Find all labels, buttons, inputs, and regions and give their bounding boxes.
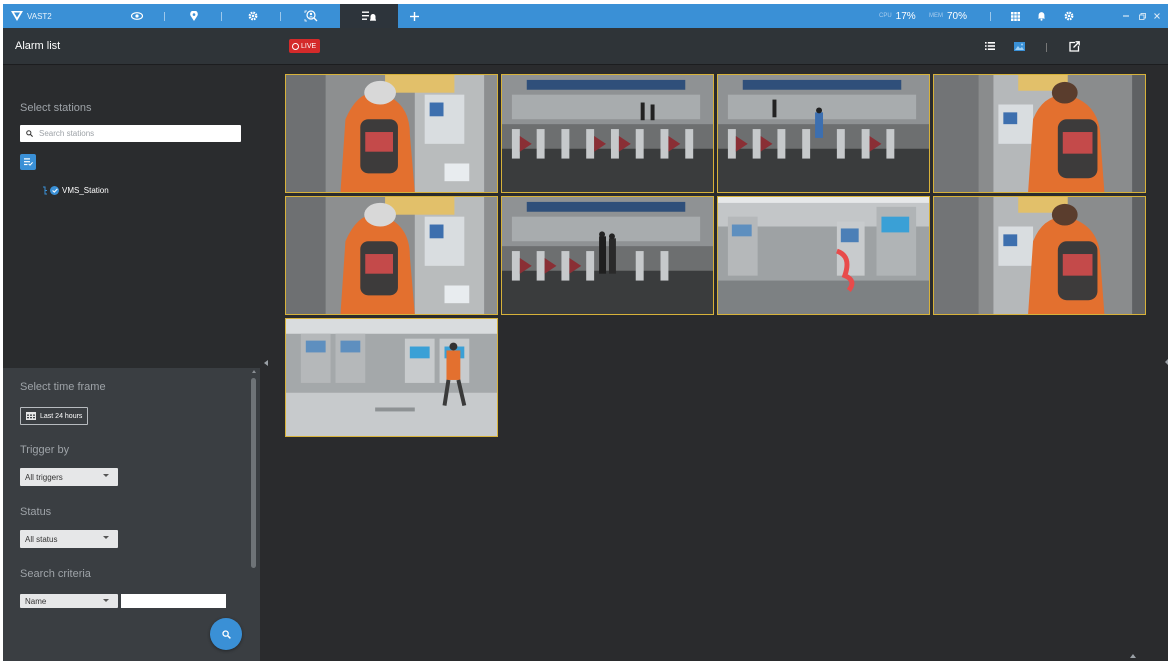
- record-icon: [292, 42, 299, 50]
- search-stations-input[interactable]: [39, 129, 219, 138]
- alarm-snapshot-thumbnail[interactable]: [717, 196, 930, 315]
- trigger-by-label: Trigger by: [20, 444, 70, 456]
- mem-label: MEM: [929, 13, 943, 19]
- filter-scrollbar[interactable]: [251, 378, 256, 568]
- alarm-snapshot-thumbnail[interactable]: [501, 196, 714, 315]
- add-tab-button[interactable]: [403, 4, 425, 28]
- vivotek-logo-icon: [11, 11, 23, 21]
- separator: [280, 12, 281, 21]
- alarm-snapshot-thumbnail[interactable]: [285, 74, 498, 193]
- alarm-snapshot-thumbnail[interactable]: [717, 74, 930, 193]
- cpu-value: 17%: [895, 10, 916, 22]
- chevron-down-icon: [103, 599, 109, 602]
- pin-icon[interactable]: [183, 4, 205, 28]
- top-bar: VAST2 CPU 17% MEM 70%: [3, 4, 1168, 28]
- list-check-icon: [23, 158, 33, 166]
- page-header: Alarm list LIVE: [3, 28, 1168, 65]
- scroll-up-arrow[interactable]: [252, 370, 256, 373]
- search-icon: [26, 130, 33, 137]
- app-name: VAST2: [27, 11, 52, 21]
- list-view-icon: [985, 42, 995, 50]
- status-label: Status: [20, 506, 52, 518]
- image-view-icon: [1013, 41, 1025, 51]
- alarm-list-icon: [362, 11, 376, 21]
- trigger-value: All triggers: [25, 472, 63, 482]
- search-person-icon[interactable]: [300, 4, 322, 28]
- snapshot-image: [718, 197, 929, 314]
- search-icon: [221, 629, 231, 639]
- app-window: VAST2 CPU 17% MEM 70% Alarm list LIVE Se…: [3, 4, 1168, 661]
- grid-icon[interactable]: [1004, 4, 1026, 28]
- gear-icon[interactable]: [1058, 4, 1080, 28]
- snapshot-image: [286, 197, 497, 314]
- select-stations-label: Select stations: [20, 102, 92, 114]
- live-button[interactable]: LIVE: [289, 39, 321, 53]
- criteria-value-input[interactable]: [121, 594, 226, 608]
- status-value: All status: [25, 534, 58, 544]
- status-select[interactable]: All status: [20, 530, 118, 548]
- brand: VAST2: [11, 4, 52, 28]
- station-name: VMS_Station: [62, 186, 109, 195]
- eye-icon[interactable]: [126, 4, 148, 28]
- cpu-label: CPU: [879, 13, 892, 19]
- criteria-field-select[interactable]: Name: [20, 594, 118, 608]
- separator: [164, 12, 165, 21]
- station-item[interactable]: VMS_Station: [43, 186, 109, 195]
- snapshot-image: [286, 75, 497, 192]
- tab-alarm-list[interactable]: [340, 4, 398, 28]
- chevron-down-icon: [103, 536, 109, 539]
- search-button[interactable]: [210, 618, 242, 650]
- snapshot-image: [502, 75, 713, 192]
- snapshot-image: [718, 75, 929, 192]
- bell-icon[interactable]: [1030, 4, 1052, 28]
- export-icon: [1068, 40, 1080, 52]
- close-icon: [1154, 13, 1160, 19]
- tree-toggle-button[interactable]: [20, 154, 36, 170]
- snapshot-image: [934, 75, 1145, 192]
- time-frame-button[interactable]: Last 24 hours: [20, 407, 89, 425]
- live-label: LIVE: [301, 42, 317, 50]
- sidebar: Select stations VMS_Station Select time …: [3, 66, 260, 661]
- alarm-snapshot-thumbnail[interactable]: [933, 196, 1146, 315]
- time-frame-value: Last 24 hours: [40, 412, 83, 420]
- calendar-icon: [26, 412, 36, 420]
- export-button[interactable]: [1067, 39, 1081, 53]
- separator: [990, 12, 991, 21]
- station-search[interactable]: [20, 125, 241, 142]
- list-view-button[interactable]: [983, 39, 997, 53]
- snapshot-image: [286, 319, 497, 436]
- thumbnail-view-button[interactable]: [1012, 39, 1026, 53]
- restore-icon: [1138, 12, 1146, 20]
- page-title: Alarm list: [15, 40, 61, 52]
- station-panel: Select stations VMS_Station: [3, 66, 260, 368]
- mem-value: 70%: [947, 10, 968, 22]
- snapshot-image: [934, 197, 1145, 314]
- tree-node-icon: [43, 186, 47, 195]
- search-criteria-label: Search criteria: [20, 568, 91, 580]
- alarm-snapshot-thumbnail[interactable]: [933, 74, 1146, 193]
- select-time-frame-label: Select time frame: [20, 381, 106, 393]
- close-button[interactable]: [1146, 4, 1168, 28]
- snapshot-image: [502, 197, 713, 314]
- trigger-select[interactable]: All triggers: [20, 468, 118, 486]
- separator: [1046, 43, 1047, 52]
- collapse-sidebar-arrow[interactable]: [264, 360, 268, 366]
- separator: [221, 12, 222, 21]
- chevron-down-icon: [103, 474, 109, 477]
- expand-bottom-arrow[interactable]: [1130, 654, 1136, 658]
- filter-panel: Select time frame Last 24 hours Trigger …: [3, 368, 260, 661]
- gear-icon[interactable]: [242, 4, 264, 28]
- minimize-icon: [1123, 15, 1129, 17]
- mem-stat: MEM 70%: [929, 4, 967, 28]
- alarm-snapshot-thumbnail[interactable]: [285, 196, 498, 315]
- plus-icon: [409, 11, 419, 21]
- cpu-stat: CPU 17%: [879, 4, 916, 28]
- check-icon[interactable]: [50, 186, 59, 195]
- alarm-snapshot-thumbnail[interactable]: [285, 318, 498, 437]
- alarm-snapshot-thumbnail[interactable]: [501, 74, 714, 193]
- criteria-field-value: Name: [25, 596, 47, 606]
